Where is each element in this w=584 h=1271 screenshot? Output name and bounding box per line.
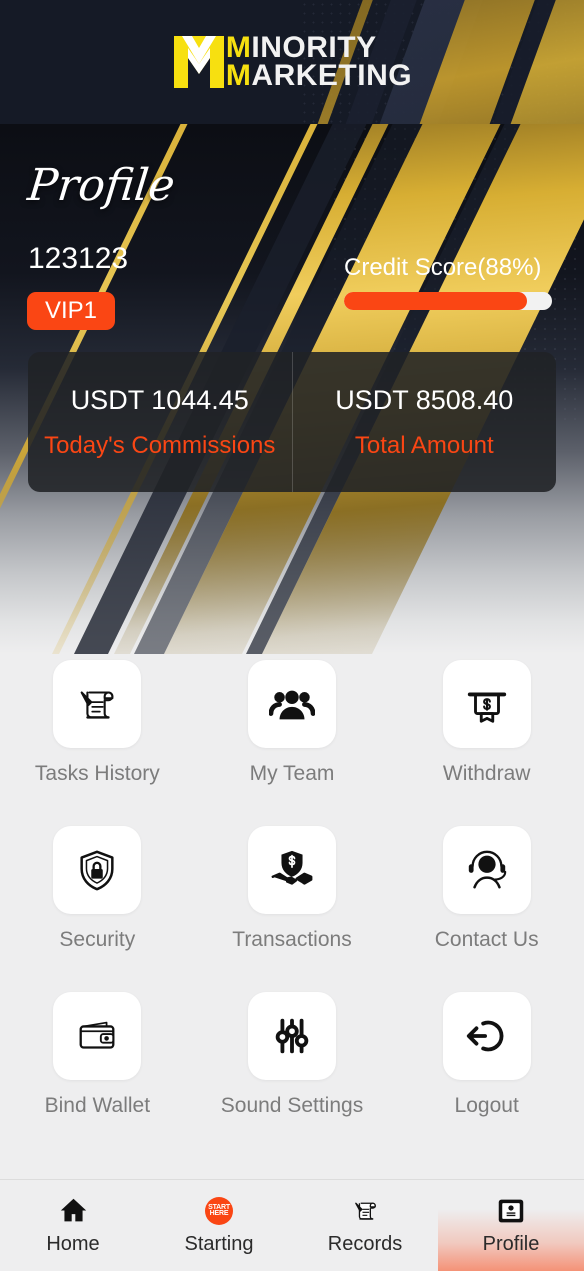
- menu-item-logout[interactable]: Logout: [389, 992, 584, 1118]
- sliders-icon[interactable]: [247, 992, 336, 1080]
- home-icon[interactable]: [59, 1196, 88, 1226]
- menu-item-label: Contact Us: [434, 928, 539, 951]
- menu-item-tasks-history[interactable]: Tasks History: [0, 660, 195, 786]
- nav-item-starting[interactable]: START HERE Starting: [146, 1180, 292, 1271]
- nav-item-label: Profile: [482, 1232, 540, 1255]
- bottom-navigation: Home START HERE Starting Records Profile: [0, 1179, 584, 1271]
- menu-item-contact-us[interactable]: Contact Us: [389, 826, 584, 952]
- menu-item-label: Withdraw: [442, 762, 531, 785]
- stat-cell: USDT 8508.40 Total Amount: [291, 352, 557, 492]
- menu-item-label: Tasks History: [34, 762, 160, 785]
- headset-support-icon[interactable]: [442, 826, 531, 914]
- brand-line-2: MARKETING: [225, 59, 413, 92]
- people-group-icon[interactable]: [247, 660, 336, 748]
- stat-cell: USDT 1044.45 Today's Commissions: [28, 352, 292, 492]
- credit-score-progress: [344, 292, 552, 310]
- stat-value: USDT 1044.45: [70, 384, 249, 415]
- nav-item-profile[interactable]: Profile: [438, 1180, 584, 1271]
- stats-card: USDT 1044.45 Today's Commissions USDT 8508…: [28, 352, 556, 492]
- app-header: MINORITY MARKETING: [0, 0, 584, 124]
- credit-score-label: Credit Score(88%): [344, 254, 542, 281]
- menu-item-label: Logout: [454, 1094, 519, 1117]
- menu-item-security[interactable]: Security: [0, 826, 195, 952]
- nav-item-label: Records: [327, 1232, 403, 1255]
- menu-item-withdraw[interactable]: Withdraw: [389, 660, 584, 786]
- menu-item-label: My Team: [249, 762, 335, 785]
- atm-cash-dollar-icon[interactable]: [442, 660, 531, 748]
- scroll-quill-icon[interactable]: [53, 660, 142, 748]
- username-label: 123123: [28, 242, 129, 275]
- menu-item-label: Sound Settings: [220, 1094, 364, 1117]
- page-title: Profile: [25, 160, 178, 211]
- shield-dollar-handshake-icon[interactable]: [247, 826, 336, 914]
- menu-item-transactions[interactable]: Transactions: [195, 826, 390, 952]
- credit-score-section: Credit Score(88%): [344, 254, 566, 310]
- stat-label: Today's Commissions: [44, 431, 276, 459]
- nav-item-records[interactable]: Records: [292, 1180, 438, 1271]
- vip-badge[interactable]: VIP1: [27, 292, 116, 330]
- id-card-icon[interactable]: [497, 1196, 525, 1226]
- nav-item-label: Home: [46, 1232, 100, 1255]
- menu-item-label: Security: [59, 928, 136, 951]
- profile-banner: Profile 123123 VIP1 Credit Score(88%) US…: [0, 124, 584, 654]
- menu-item-sound-settings[interactable]: Sound Settings: [195, 992, 390, 1118]
- wallet-icon[interactable]: [53, 992, 142, 1080]
- nav-item-home[interactable]: Home: [0, 1180, 146, 1271]
- credit-score-progress-fill: [344, 292, 528, 310]
- brand-logo: MINORITY MARKETING: [0, 0, 584, 124]
- logout-arrow-icon[interactable]: [442, 992, 531, 1080]
- shield-lock-icon[interactable]: [53, 826, 142, 914]
- stat-label: Total Amount: [354, 431, 494, 459]
- menu-item-bind-wallet[interactable]: Bind Wallet: [0, 992, 195, 1118]
- brand-text: ARKETING: [251, 59, 413, 92]
- nav-item-label: Starting: [184, 1232, 254, 1255]
- profile-screen: MINORITY MARKETING Profile 123123 VIP1 C…: [0, 0, 584, 1271]
- menu-item-label: Bind Wallet: [44, 1094, 151, 1117]
- scroll-quill-icon[interactable]: [351, 1196, 380, 1226]
- brand-line-1: MINORITY: [226, 33, 412, 63]
- menu-grid: Tasks History My Team Withdraw Security Tran…: [0, 660, 584, 1118]
- menu-item-label: Transactions: [232, 928, 352, 951]
- m-chevron-logo-icon: [172, 34, 226, 90]
- brand-accent-m: M: [225, 59, 252, 92]
- stat-value: USDT 8508.40: [335, 384, 514, 415]
- start-here-icon[interactable]: START HERE: [205, 1196, 233, 1226]
- menu-item-my-team[interactable]: My Team: [195, 660, 390, 786]
